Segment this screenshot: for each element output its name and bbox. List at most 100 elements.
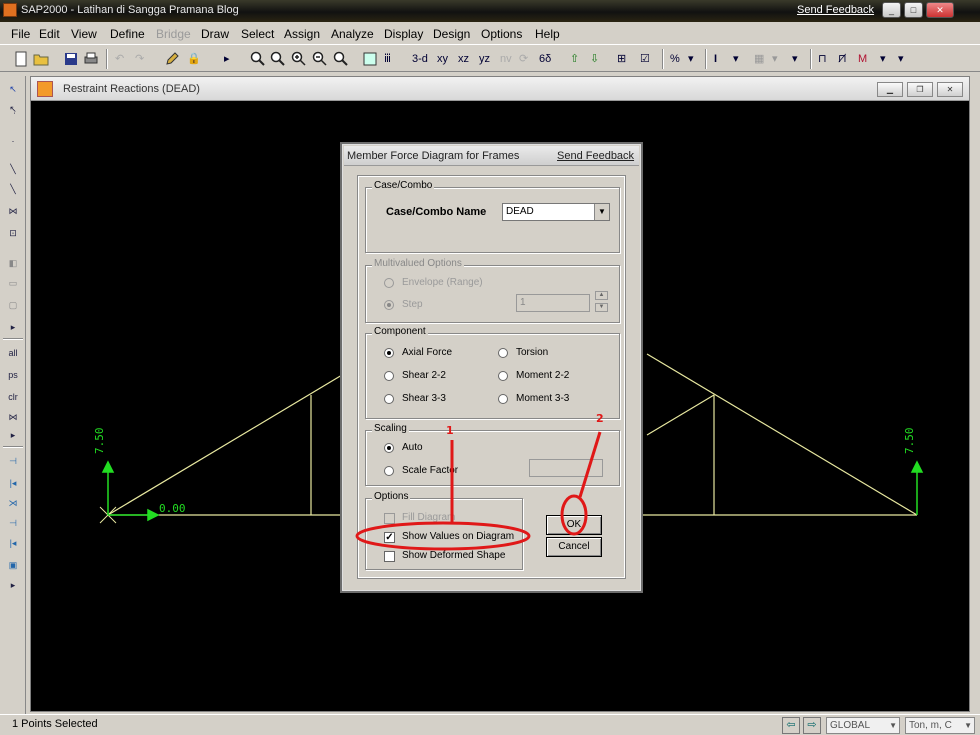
menu-edit[interactable]: Edit <box>39 27 60 41</box>
undo-icon[interactable]: ↶ <box>115 50 124 68</box>
view-xz-button[interactable]: xz <box>458 50 469 68</box>
chevron-down-icon[interactable]: ▾ <box>792 50 798 68</box>
more-tools-icon[interactable]: ▸ <box>5 320 21 334</box>
chevron-down-icon[interactable]: ▼ <box>964 718 972 733</box>
snap-grid-icon[interactable]: ▣ <box>5 558 21 572</box>
rect-area-icon[interactable]: ▭ <box>5 276 21 290</box>
area-icon[interactable]: ▦ <box>754 50 764 68</box>
print-icon[interactable] <box>83 51 99 67</box>
select-all-button[interactable]: all <box>5 346 21 360</box>
snap-lines-icon[interactable]: |◂ <box>5 536 21 550</box>
menu-define[interactable]: Define <box>110 27 145 41</box>
child-minimize-button[interactable]: ▁ <box>877 82 903 97</box>
up-arrow-icon[interactable]: ⇧ <box>570 50 579 68</box>
units-select[interactable]: Ton, m, C ▼ <box>905 717 975 734</box>
brace-icon[interactable]: ⊓̸ <box>838 50 847 68</box>
view-xy-button[interactable]: xy <box>437 50 448 68</box>
shear-22-radio[interactable] <box>384 371 394 381</box>
show-deformed-checkbox[interactable] <box>384 551 395 562</box>
draw-frame-icon[interactable]: ╲ <box>5 162 21 176</box>
chevron-down-icon[interactable]: ▼ <box>889 718 897 733</box>
scale-factor-radio[interactable] <box>384 466 394 476</box>
menu-draw[interactable]: Draw <box>201 27 229 41</box>
menu-file[interactable]: File <box>11 27 30 41</box>
chevron-down-icon[interactable]: ▾ <box>688 50 694 68</box>
menu-display[interactable]: Display <box>384 27 423 41</box>
chevron-down-icon[interactable]: ▾ <box>898 50 904 68</box>
pointer-icon[interactable]: ↖ <box>5 82 21 96</box>
check-icon[interactable]: ☑ <box>640 50 650 68</box>
moment-frame-icon[interactable]: M <box>858 50 867 68</box>
snap-points-icon[interactable]: ⊣ <box>5 454 21 468</box>
step-down-icon[interactable]: ▼ <box>595 303 608 312</box>
poly-area-icon[interactable]: ◧ <box>5 256 21 270</box>
down-arrow-icon[interactable]: ⇩ <box>590 50 599 68</box>
next-arrow-icon[interactable]: ⇨ <box>803 717 821 734</box>
auto-scaling-radio[interactable] <box>384 443 394 453</box>
moment-22-radio[interactable] <box>498 371 508 381</box>
zoom-in-icon[interactable] <box>291 51 307 67</box>
pan-icon[interactable] <box>333 51 349 67</box>
coordinate-system-select[interactable]: GLOBAL ▼ <box>826 717 900 734</box>
section-cut-icon[interactable]: ⊡ <box>5 226 21 240</box>
envelope-radio[interactable] <box>384 278 394 288</box>
redo-icon[interactable]: ↷ <box>135 50 144 68</box>
lock-icon[interactable]: 🔒 <box>187 50 201 68</box>
show-values-checkbox[interactable]: ✓ <box>384 532 395 543</box>
quick-area-icon[interactable]: ▢ <box>5 298 21 312</box>
step-input[interactable]: 1 <box>516 294 590 312</box>
chevron-down-icon[interactable]: ▼ <box>594 204 609 220</box>
percent-icon[interactable]: % <box>670 50 680 68</box>
view-yz-button[interactable]: yz <box>479 50 490 68</box>
clear-selection-button[interactable]: clr <box>5 390 21 404</box>
maximize-button[interactable]: □ <box>904 2 923 18</box>
chevron-down-icon[interactable]: ▾ <box>733 50 739 68</box>
menu-design[interactable]: Design <box>433 27 470 41</box>
send-feedback-link[interactable]: Send Feedback <box>797 4 874 16</box>
menu-help[interactable]: Help <box>535 27 560 41</box>
perspective-icon[interactable]: 6δ <box>539 50 551 68</box>
snap-ends-icon[interactable]: |◂ <box>5 476 21 490</box>
draw-point-icon[interactable]: · <box>5 134 21 148</box>
step-up-icon[interactable]: ▲ <box>595 291 608 300</box>
close-button[interactable]: ✕ <box>926 2 954 18</box>
menu-options[interactable]: Options <box>481 27 522 41</box>
previous-arrow-icon[interactable]: ⇦ <box>782 717 800 734</box>
intersect-select-icon[interactable]: ⋈ <box>5 410 21 424</box>
previous-selection-button[interactable]: ps <box>5 368 21 382</box>
minimize-button[interactable]: _ <box>882 2 901 18</box>
menu-view[interactable]: View <box>71 27 97 41</box>
pencil-icon[interactable] <box>164 51 180 67</box>
zoom-restore-icon[interactable] <box>270 51 286 67</box>
torsion-radio[interactable] <box>498 348 508 358</box>
dialog-send-feedback-link[interactable]: Send Feedback <box>557 150 634 162</box>
case-combo-select[interactable]: DEAD ▼ <box>502 203 610 221</box>
zoom-out-icon[interactable] <box>312 51 328 67</box>
chevron-down-icon[interactable]: ▾ <box>772 50 778 68</box>
step-radio[interactable] <box>384 300 394 310</box>
view-3d-button[interactable]: 3-d <box>412 50 428 68</box>
run-icon[interactable]: ▸ <box>224 50 230 68</box>
ok-button[interactable]: OK <box>546 515 602 535</box>
shear-33-radio[interactable] <box>384 394 394 404</box>
moment-33-radio[interactable] <box>498 394 508 404</box>
view-nv-button[interactable]: nv <box>500 50 512 68</box>
axial-force-radio[interactable] <box>384 348 394 358</box>
child-close-button[interactable]: ✕ <box>937 82 963 97</box>
more-tools-icon[interactable]: ▸ <box>5 578 21 592</box>
menu-analyze[interactable]: Analyze <box>331 27 374 41</box>
cancel-button[interactable]: Cancel <box>546 537 602 557</box>
new-file-icon[interactable] <box>13 51 29 67</box>
save-icon[interactable] <box>63 51 79 67</box>
snap-intersect-icon[interactable]: ⋊ <box>5 496 21 510</box>
more-tools-icon[interactable]: ▸ <box>5 428 21 442</box>
quick-frame-icon[interactable]: ╲ <box>5 182 21 196</box>
menu-select[interactable]: Select <box>241 27 274 41</box>
menu-bridge[interactable]: Bridge <box>156 27 191 41</box>
fill-diagram-checkbox[interactable] <box>384 513 395 524</box>
objects-icon[interactable]: ⅲ <box>384 50 391 68</box>
chevron-down-icon[interactable]: ▾ <box>880 50 886 68</box>
scale-factor-input[interactable] <box>529 459 603 477</box>
snap-perp-icon[interactable]: ⊣ <box>5 516 21 530</box>
brace-draw-icon[interactable]: ⋈ <box>5 204 21 218</box>
